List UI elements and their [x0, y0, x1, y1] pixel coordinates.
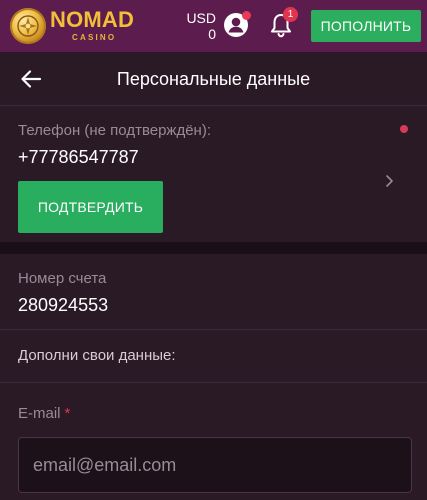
section-divider [0, 242, 427, 254]
phone-label: Телефон (не подтверждён): [18, 122, 212, 139]
logo-name: NOMAD [50, 7, 135, 32]
top-bar: NOMAD CASINO USD 0 1 ПОПОЛНИТЬ [0, 0, 427, 52]
confirm-phone-button[interactable]: ПОДТВЕРДИТЬ [18, 181, 163, 233]
phone-value: +77786547787 [18, 147, 139, 167]
email-section: E-mail * [0, 383, 427, 500]
required-mark: * [64, 405, 71, 422]
email-input[interactable] [18, 437, 412, 493]
page-header: Персональные данные [0, 52, 427, 106]
casino-logo[interactable]: NOMAD CASINO [10, 6, 134, 46]
account-number-section: Номер счета 280924553 [0, 254, 427, 330]
balance-display[interactable]: USD 0 [184, 10, 216, 42]
email-label: E-mail * [18, 405, 70, 422]
chevron-right-icon[interactable] [383, 172, 397, 190]
notifications-badge: 1 [283, 7, 298, 22]
topup-button[interactable]: ПОПОЛНИТЬ [311, 10, 421, 42]
account-number-value: 280924553 [18, 295, 109, 315]
email-label-text: E-mail [18, 405, 61, 422]
complete-data-section: Дополни свои данные: [0, 330, 427, 383]
currency-code: USD [186, 10, 216, 26]
account-alert-dot [242, 11, 251, 20]
balance-amount: 0 [208, 26, 216, 42]
complete-data-label: Дополни свои данные: [18, 347, 176, 364]
page-title: Персональные данные [116, 69, 311, 89]
account-number-label: Номер счета [18, 270, 107, 287]
unverified-dot [400, 125, 408, 133]
phone-section[interactable]: Телефон (не подтверждён): +77786547787 П… [0, 106, 427, 242]
nomad-coin-logo-icon [10, 8, 46, 44]
logo-subtitle: CASINO [72, 33, 117, 42]
